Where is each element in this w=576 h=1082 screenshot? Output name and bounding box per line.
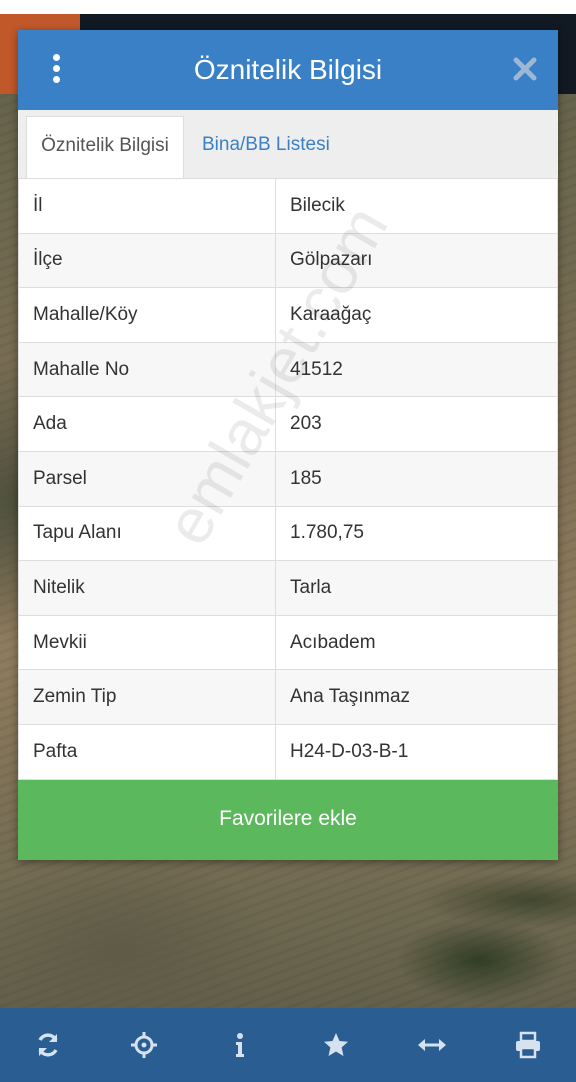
table-row: Mahalle/Köy Karaağaç — [18, 287, 558, 343]
row-value: 203 — [275, 396, 558, 452]
table-row: Mevkii Acıbadem — [18, 614, 558, 671]
row-key: Mevkii — [18, 614, 276, 671]
row-key: Mahalle/Köy — [18, 287, 276, 343]
row-key: İl — [18, 178, 276, 234]
tab-building-list[interactable]: Bina/BB Listesi — [188, 116, 344, 186]
dialog-header: Öznitelik Bilgisi — [18, 30, 558, 110]
table-row: Tapu Alanı 1.780,75 — [18, 505, 558, 562]
tab-attribute-info[interactable]: Öznitelik Bilgisi — [26, 116, 184, 186]
table-row: Ada 203 — [18, 396, 558, 452]
locate-icon[interactable] — [114, 1015, 174, 1075]
measure-icon[interactable] — [402, 1015, 462, 1075]
row-key: Zemin Tip — [18, 669, 276, 725]
table-row: Mahalle No 41512 — [18, 341, 558, 398]
row-key: Ada — [18, 396, 276, 452]
status-strip — [0, 0, 576, 14]
table-row: Nitelik Tarla — [18, 560, 558, 616]
star-icon[interactable] — [306, 1015, 366, 1075]
print-icon[interactable] — [498, 1015, 558, 1075]
table-row: Pafta H24-D-03-B-1 — [18, 723, 558, 780]
add-to-favorites-button[interactable]: Favorilere ekle — [18, 780, 558, 860]
row-value: Acıbadem — [275, 614, 558, 671]
row-value: H24-D-03-B-1 — [275, 723, 558, 780]
attribute-table: İl Bilecik İlçe Gölpazarı Mahalle/Köy Karaa… — [18, 178, 558, 780]
attribute-dialog: Öznitelik Bilgisi Öznitelik Bilgisi Bina… — [18, 30, 558, 860]
row-key: Parsel — [18, 450, 276, 507]
row-value: Bilecik — [275, 178, 558, 234]
row-key: Tapu Alanı — [18, 505, 276, 562]
row-key: İlçe — [18, 232, 276, 289]
refresh-icon[interactable] — [18, 1015, 78, 1075]
row-value: Tarla — [275, 560, 558, 616]
info-icon[interactable] — [210, 1015, 270, 1075]
row-value: 1.780,75 — [275, 505, 558, 562]
row-value: Karaağaç — [275, 287, 558, 343]
dialog-title: Öznitelik Bilgisi — [193, 54, 383, 85]
table-row: Zemin Tip Ana Taşınmaz — [18, 669, 558, 725]
bottom-toolbar — [0, 1008, 576, 1082]
row-value: 41512 — [275, 341, 558, 398]
row-value: Ana Taşınmaz — [275, 669, 558, 725]
kebab-menu-icon[interactable] — [46, 54, 66, 86]
row-value: 185 — [275, 450, 558, 507]
row-key: Pafta — [18, 723, 276, 780]
row-value: Gölpazarı — [275, 232, 558, 289]
table-row: Parsel 185 — [18, 450, 558, 507]
row-key: Mahalle No — [18, 341, 276, 398]
close-icon[interactable] — [510, 54, 540, 84]
table-row: İl Bilecik — [18, 178, 558, 234]
row-key: Nitelik — [18, 560, 276, 616]
table-row: İlçe Gölpazarı — [18, 232, 558, 289]
